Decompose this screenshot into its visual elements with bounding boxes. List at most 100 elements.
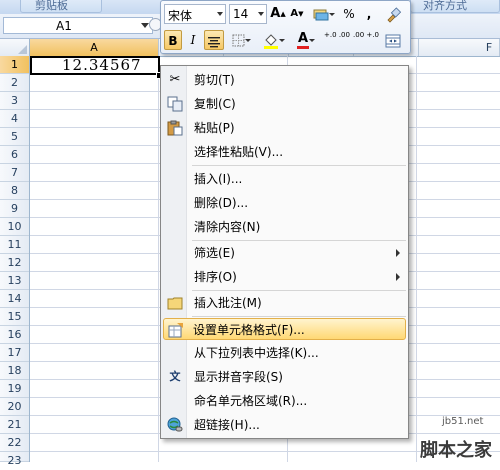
menu-item-insert-comment[interactable]: 插入批注(M) — [163, 292, 406, 314]
grow-font-button[interactable]: A▲ — [270, 4, 286, 24]
menu-separator — [192, 165, 406, 166]
ribbon-group-clipboard[interactable]: 剪贴板 — [20, 0, 102, 13]
font-size-combo[interactable]: 14 — [229, 4, 267, 24]
menu-item-paste-label: 粘贴(P) — [194, 121, 235, 135]
row-header-18[interactable]: 18 — [0, 362, 29, 380]
menu-item-show-phonetic-label: 显示拼音字段(S) — [194, 370, 283, 384]
borders-button[interactable] — [228, 30, 254, 50]
shrink-font-icon: A — [290, 8, 299, 19]
menu-item-filter[interactable]: 筛选(E) — [163, 242, 406, 264]
menu-item-hyperlink[interactable]: 超链接(H)... — [163, 414, 406, 436]
row-header-4[interactable]: 4 — [0, 110, 29, 128]
increase-decimal-button[interactable]: +.0 .00 — [324, 30, 350, 50]
menu-item-clear-contents[interactable]: 清除内容(N) — [163, 216, 406, 238]
watermark-url: jb51.net — [442, 416, 484, 427]
font-color-button[interactable]: A — [292, 30, 320, 50]
font-name-combo[interactable]: 宋体 — [164, 4, 226, 24]
bold-button[interactable]: B — [164, 30, 182, 50]
paste-icon — [167, 120, 183, 136]
menu-item-cut[interactable]: ✂ 剪切(T) — [163, 69, 406, 91]
row-header-17[interactable]: 17 — [0, 344, 29, 362]
menu-item-paste-special-label: 选择性粘贴(V)... — [194, 145, 284, 159]
row-header-3[interactable]: 3 — [0, 92, 29, 110]
menu-item-show-phonetic[interactable]: 文 显示拼音字段(S) — [163, 366, 406, 388]
row-header-9[interactable]: 9 — [0, 200, 29, 218]
scissors-icon: ✂ — [169, 72, 181, 87]
name-box-value: A1 — [56, 19, 72, 33]
chevron-down-icon — [217, 12, 223, 16]
row-header-11[interactable]: 11 — [0, 236, 29, 254]
menu-item-pick-from-list[interactable]: 从下拉列表中选择(K)... — [163, 342, 406, 364]
font-name-value: 宋体 — [168, 9, 193, 23]
menu-item-pick-from-list-label: 从下拉列表中选择(K)... — [194, 346, 319, 360]
comma-style-button[interactable]: , — [361, 4, 377, 24]
row-header-16[interactable]: 16 — [0, 326, 29, 344]
menu-item-sort-label: 排序(O) — [194, 270, 237, 284]
ribbon-group-alignment[interactable]: 对齐方式 — [410, 0, 500, 13]
row-header-5[interactable]: 5 — [0, 128, 29, 146]
menu-item-insert[interactable]: 插入(I)... — [163, 168, 406, 190]
menu-item-delete[interactable]: 删除(D)... — [163, 192, 406, 214]
chevron-down-icon — [258, 12, 264, 16]
select-all-icon — [18, 45, 27, 54]
comment-icon — [167, 295, 183, 311]
column-header-a[interactable]: A — [30, 39, 159, 56]
row-header-23[interactable]: 23 — [0, 452, 29, 467]
fill-color-button[interactable] — [260, 30, 288, 50]
row-header-22[interactable]: 22 — [0, 434, 29, 452]
percent-button[interactable]: % — [341, 4, 357, 24]
menu-separator — [192, 290, 406, 291]
format-cells-icon — [168, 322, 184, 338]
cell-a1-value: 12.34567 — [62, 56, 142, 74]
ribbon-group-alignment-label: 对齐方式 — [423, 0, 467, 12]
chevron-down-icon — [309, 39, 315, 42]
row-header-8[interactable]: 8 — [0, 182, 29, 200]
borders-icon — [232, 34, 244, 47]
row-header-13[interactable]: 13 — [0, 272, 29, 290]
row-header-6[interactable]: 6 — [0, 146, 29, 164]
merge-center-button[interactable] — [383, 30, 403, 50]
accounting-format-button[interactable] — [310, 4, 338, 24]
row-header-10[interactable]: 10 — [0, 218, 29, 236]
row-header-12[interactable]: 12 — [0, 254, 29, 272]
chevron-down-icon[interactable] — [141, 23, 149, 28]
column-header-f[interactable]: F — [419, 39, 500, 56]
hyperlink-icon — [167, 417, 183, 433]
menu-item-copy-label: 复制(C) — [194, 97, 236, 111]
row-header-19[interactable]: 19 — [0, 380, 29, 398]
decrease-decimal-button[interactable]: .00 +.0 — [353, 30, 379, 50]
name-box[interactable]: A1 — [3, 17, 153, 34]
menu-item-copy[interactable]: 复制(C) — [163, 93, 406, 115]
menu-separator — [192, 316, 406, 317]
menu-item-delete-label: 删除(D)... — [194, 196, 249, 210]
menu-item-filter-label: 筛选(E) — [194, 246, 235, 260]
row-header-15[interactable]: 15 — [0, 308, 29, 326]
chevron-down-icon — [329, 13, 335, 16]
select-all-button[interactable] — [0, 39, 30, 56]
cell-a1[interactable]: 12.34567 — [30, 56, 160, 75]
copy-icon — [167, 96, 183, 112]
menu-item-hyperlink-label: 超链接(H)... — [194, 418, 260, 432]
watermark-logo: 脚本之家 — [420, 440, 492, 461]
phonetic-icon: 文 — [169, 370, 181, 383]
row-header-bar: 1 2 3 4 5 6 7 8 9 10 11 12 13 14 15 16 1… — [0, 56, 30, 467]
row-header-7[interactable]: 7 — [0, 164, 29, 182]
chevron-down-icon — [279, 39, 285, 42]
currency-icon — [313, 9, 329, 20]
menu-item-paste-special[interactable]: 选择性粘贴(V)... — [163, 141, 406, 163]
menu-item-define-name[interactable]: 命名单元格区域(R)... — [163, 390, 406, 412]
row-header-1[interactable]: 1 — [0, 56, 29, 74]
menu-item-sort[interactable]: 排序(O) — [163, 266, 406, 288]
center-align-button[interactable] — [204, 30, 224, 50]
row-header-21[interactable]: 21 — [0, 416, 29, 434]
menu-item-format-cells[interactable]: 设置单元格格式(F)... — [163, 318, 406, 340]
italic-button[interactable]: I — [185, 30, 201, 50]
row-header-2[interactable]: 2 — [0, 74, 29, 92]
menu-separator — [192, 240, 406, 241]
row-header-14[interactable]: 14 — [0, 290, 29, 308]
mini-toolbar: 宋体 14 A▲ A▼ % , B I A +.0 .00 .00 +.0 — [160, 0, 411, 54]
shrink-font-button[interactable]: A▼ — [289, 4, 305, 24]
format-painter-button[interactable] — [383, 4, 403, 24]
row-header-20[interactable]: 20 — [0, 398, 29, 416]
menu-item-paste[interactable]: 粘贴(P) — [163, 117, 406, 139]
